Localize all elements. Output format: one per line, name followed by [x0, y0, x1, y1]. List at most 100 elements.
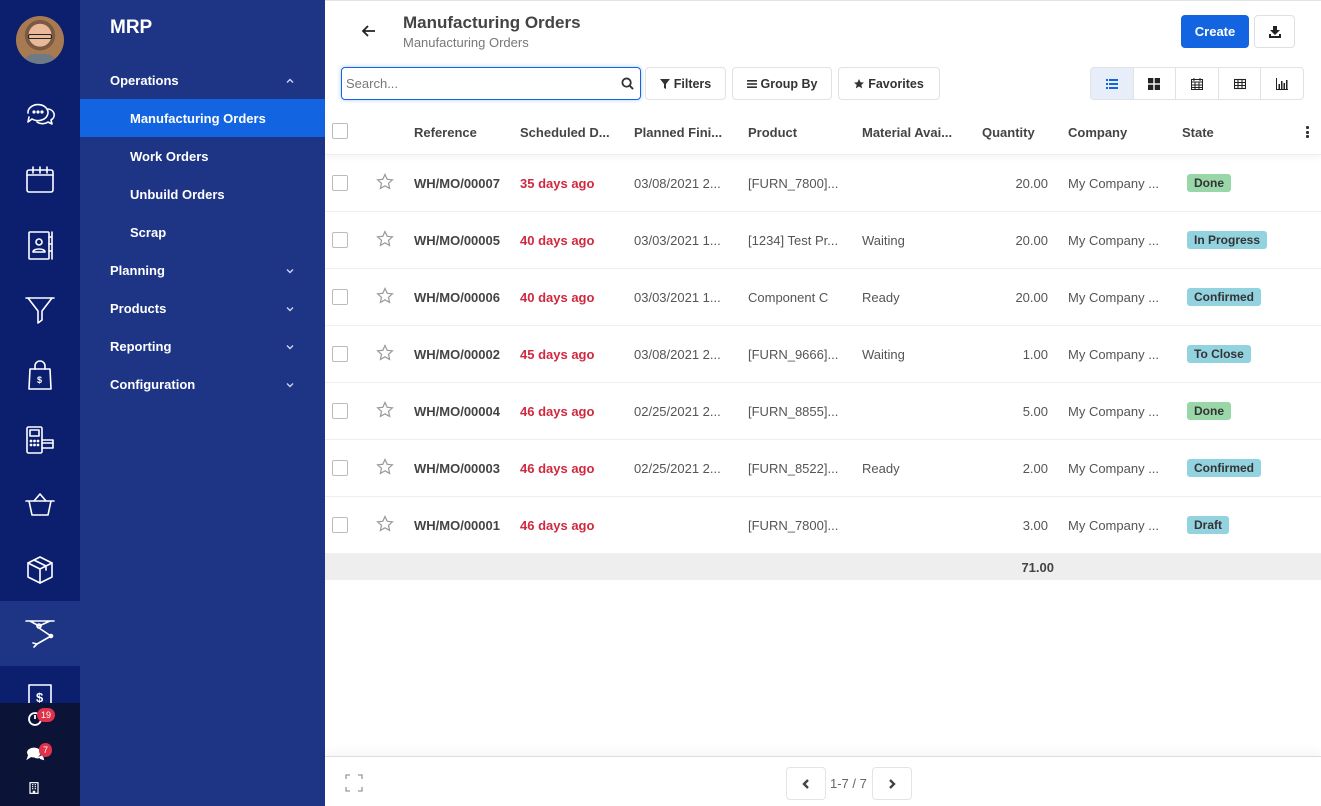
view-kanban-button[interactable]: [1134, 68, 1177, 99]
fullscreen-toggle[interactable]: [344, 773, 364, 793]
cell-product: Component C: [748, 290, 829, 305]
row-checkbox[interactable]: [332, 346, 348, 362]
menu-item-work-orders[interactable]: Work Orders: [80, 137, 325, 175]
priority-star-icon[interactable]: [376, 287, 394, 305]
table-row[interactable]: WH/MO/00006 40 days ago 03/03/2021 1... Com…: [325, 269, 1321, 326]
menu-item-manufacturing-orders[interactable]: Manufacturing Orders: [80, 99, 325, 137]
cell-reference: WH/MO/00005: [414, 233, 500, 248]
row-checkbox[interactable]: [332, 403, 348, 419]
breadcrumb[interactable]: Manufacturing Orders: [403, 35, 529, 50]
column-header-scheduled-date[interactable]: Scheduled D...: [520, 125, 610, 140]
priority-star-icon[interactable]: [376, 173, 394, 191]
menu-label: Unbuild Orders: [130, 186, 225, 202]
total-quantity: 71.00: [1021, 560, 1054, 575]
view-calendar-button[interactable]: [1176, 68, 1219, 99]
priority-star-icon[interactable]: [376, 458, 394, 476]
menu-section-reporting[interactable]: Reporting: [80, 327, 325, 365]
rail-item-purchase[interactable]: [0, 472, 80, 537]
row-checkbox[interactable]: [332, 460, 348, 476]
priority-star-icon[interactable]: [376, 344, 394, 362]
group-by-button[interactable]: Group By: [732, 67, 832, 100]
user-avatar[interactable]: [16, 16, 64, 64]
menu-section-planning[interactable]: Planning: [80, 251, 325, 289]
menu-section-configuration[interactable]: Configuration: [80, 365, 325, 403]
row-checkbox[interactable]: [332, 517, 348, 533]
menu-section-operations[interactable]: Operations: [80, 61, 325, 99]
search-icon[interactable]: [614, 77, 640, 90]
cell-planned-finish: 03/08/2021 2...: [634, 347, 721, 362]
filter-icon: [659, 78, 670, 89]
create-button[interactable]: Create: [1181, 15, 1249, 48]
search-box: [341, 67, 641, 100]
cell-reference: WH/MO/00007: [414, 176, 500, 191]
priority-star-icon[interactable]: [376, 230, 394, 248]
state-badge: Done: [1187, 402, 1231, 420]
table-row[interactable]: WH/MO/00001 46 days ago [FURN_7800]... 3.00…: [325, 497, 1321, 554]
rail-item-calendar[interactable]: [0, 147, 80, 212]
company-switcher[interactable]: [28, 781, 52, 805]
table-row[interactable]: WH/MO/00007 35 days ago 03/08/2021 2... [FU…: [325, 155, 1321, 212]
menu-label: Configuration: [110, 376, 196, 392]
state-badge: Draft: [1187, 516, 1230, 534]
table-row[interactable]: WH/MO/00005 40 days ago 03/03/2021 1... [12…: [325, 212, 1321, 269]
pager-previous-button[interactable]: [786, 767, 826, 800]
app-switcher-rail: $ $ 19 7: [0, 0, 80, 806]
column-header-reference[interactable]: Reference: [414, 125, 477, 140]
rail-item-crm[interactable]: [0, 277, 80, 342]
priority-star-icon[interactable]: [376, 515, 394, 533]
view-list-button[interactable]: [1091, 68, 1134, 99]
cell-product: [FURN_9666]...: [748, 347, 839, 362]
rail-item-discuss[interactable]: [0, 82, 80, 147]
activities-button[interactable]: 19: [26, 708, 56, 733]
cell-quantity: 20.00: [1015, 233, 1048, 248]
table-row[interactable]: WH/MO/00003 46 days ago 02/25/2021 2... [FU…: [325, 440, 1321, 497]
cell-quantity: 2.00: [1022, 461, 1048, 476]
table-row[interactable]: WH/MO/00002 45 days ago 03/08/2021 2... [FU…: [325, 326, 1321, 383]
column-header-planned-finish[interactable]: Planned Fini...: [634, 125, 722, 140]
row-checkbox[interactable]: [332, 175, 348, 191]
state-badge: To Close: [1187, 345, 1251, 363]
rail-item-invoicing[interactable]: $: [0, 666, 80, 706]
expand-icon: [345, 774, 363, 792]
column-header-state[interactable]: State: [1182, 125, 1214, 140]
pager-next-button[interactable]: [872, 767, 912, 800]
menu-section-products[interactable]: Products: [80, 289, 325, 327]
menu-label: Scrap: [130, 224, 167, 240]
cell-scheduled-date: 45 days ago: [520, 347, 595, 362]
cell-scheduled-date: 46 days ago: [520, 461, 595, 476]
column-header-material-availability[interactable]: Material Avai...: [862, 125, 952, 140]
column-header-quantity[interactable]: Quantity: [982, 125, 1035, 140]
cell-product: [1234] Test Pr...: [748, 233, 839, 248]
search-input[interactable]: [342, 69, 614, 98]
row-checkbox[interactable]: [332, 289, 348, 305]
view-pivot-button[interactable]: [1219, 68, 1262, 99]
row-checkbox[interactable]: [332, 232, 348, 248]
rail-item-manufacturing[interactable]: [0, 601, 80, 666]
optional-columns-kebab-icon[interactable]: [1306, 126, 1310, 138]
arrow-left-icon: [361, 25, 375, 37]
rail-item-inventory[interactable]: [0, 537, 80, 602]
column-header-company[interactable]: Company: [1068, 125, 1127, 140]
cell-scheduled-date: 35 days ago: [520, 176, 595, 191]
manufacturing-robot-arm-icon: [25, 619, 55, 648]
favorites-button[interactable]: Favorites: [838, 67, 940, 100]
messages-button[interactable]: 7: [26, 743, 53, 769]
pager-value[interactable]: 1-7 / 7: [830, 776, 867, 791]
back-button[interactable]: [359, 21, 379, 41]
menu-item-scrap[interactable]: Scrap: [80, 213, 325, 251]
table-row[interactable]: WH/MO/00004 46 days ago 02/25/2021 2... [FU…: [325, 383, 1321, 440]
menu-item-unbuild-orders[interactable]: Unbuild Orders: [80, 175, 325, 213]
point-of-sale-icon: [26, 425, 54, 454]
cell-company: My Company ...: [1068, 461, 1160, 476]
column-header-product[interactable]: Product: [748, 125, 797, 140]
rail-item-point-of-sale[interactable]: [0, 407, 80, 472]
select-all-checkbox[interactable]: [332, 123, 348, 139]
cell-scheduled-date: 40 days ago: [520, 233, 595, 248]
rail-item-contacts[interactable]: [0, 212, 80, 277]
export-button[interactable]: [1254, 15, 1295, 48]
priority-star-icon[interactable]: [376, 401, 394, 419]
view-graph-button[interactable]: [1261, 68, 1303, 99]
cell-company: My Company ...: [1068, 347, 1160, 362]
rail-item-sales[interactable]: $: [0, 342, 80, 407]
filters-button[interactable]: Filters: [645, 67, 726, 100]
